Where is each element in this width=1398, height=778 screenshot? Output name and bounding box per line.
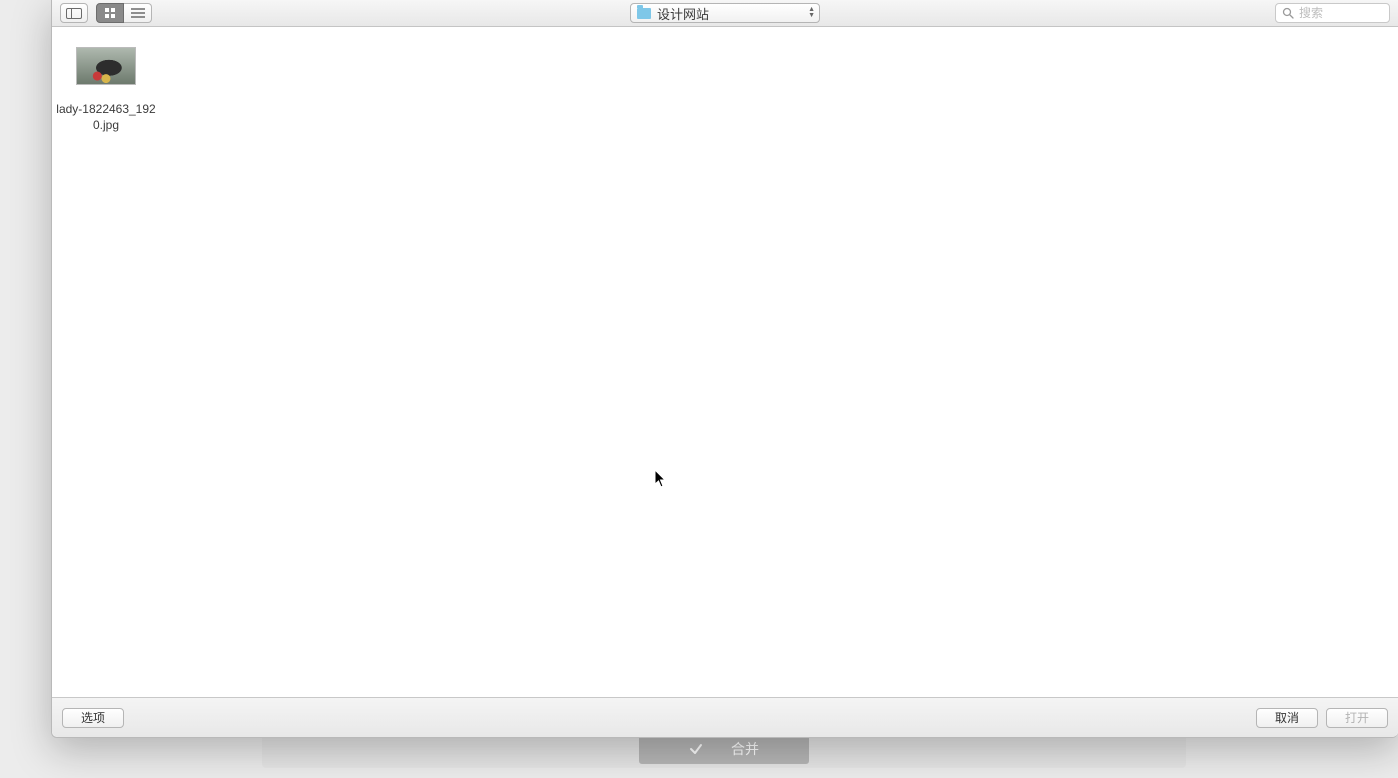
open-button[interactable]: 打开	[1326, 708, 1388, 728]
list-view-button[interactable]	[124, 3, 152, 23]
list-icon	[131, 8, 145, 18]
folder-location-popup[interactable]: 设计网站 ▲▼	[630, 3, 820, 23]
file-open-dialog: 设计网站 ▲▼ lady-1822463_1920.jpg 选项	[51, 0, 1398, 738]
search-field-wrap	[1275, 3, 1390, 23]
updown-icon: ▲▼	[808, 4, 815, 22]
sidebar-icon	[66, 8, 82, 19]
grid-icon	[104, 7, 116, 19]
sidebar-toggle-button[interactable]	[60, 3, 88, 23]
file-name-label: lady-1822463_1920.jpg	[56, 91, 156, 133]
search-input[interactable]	[1299, 6, 1383, 20]
dialog-toolbar: 设计网站 ▲▼	[52, 0, 1398, 27]
search-icon	[1282, 7, 1294, 19]
options-button[interactable]: 选项	[62, 708, 124, 728]
folder-icon	[637, 8, 651, 19]
search-field[interactable]	[1275, 3, 1390, 23]
icon-view-button[interactable]	[96, 3, 124, 23]
view-mode-group	[96, 3, 152, 23]
check-icon	[689, 742, 703, 756]
file-thumbnail	[76, 47, 136, 85]
merge-label: 合并	[731, 739, 759, 759]
file-item[interactable]: lady-1822463_1920.jpg	[56, 47, 156, 133]
file-browser-area[interactable]: lady-1822463_1920.jpg	[52, 27, 1398, 697]
cancel-button[interactable]: 取消	[1256, 708, 1318, 728]
dialog-footer: 选项 取消 打开	[52, 697, 1398, 737]
folder-name: 设计网站	[657, 4, 709, 23]
sidebar-toggle-group	[60, 3, 88, 23]
